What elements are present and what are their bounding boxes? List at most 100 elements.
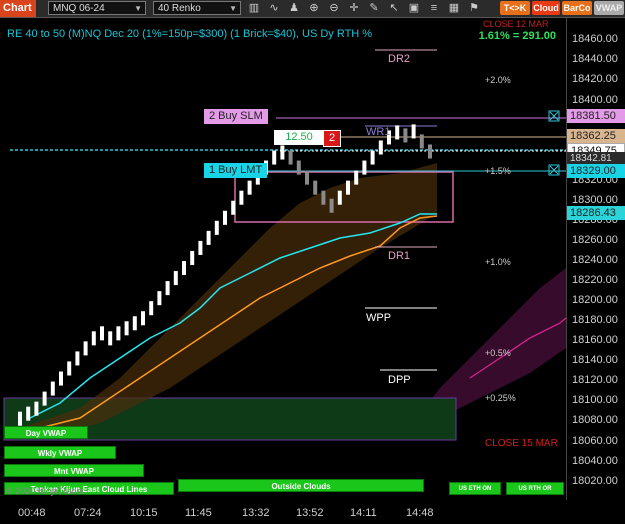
wkly-vwap-button[interactable]: Wkly VWAP [4,446,116,459]
renko-brick [190,250,195,265]
bar-type-selector[interactable]: 40 Renko ▼ [153,1,241,15]
renko-brick [403,128,408,143]
x-tick-label: 13:32 [242,507,270,519]
wr1-label: WR1 [366,126,391,138]
renko-brick [288,150,293,165]
y-tick-label: 18400.00 [572,94,618,106]
zoom-in-icon[interactable]: ⊕ [306,1,322,16]
renko-brick [124,321,129,336]
renko-brick [296,160,301,175]
renko-brick [108,331,113,346]
renko-brick [223,210,227,225]
bar-type-value: 40 Renko [158,3,201,14]
renko-brick [337,190,342,205]
renko-brick [370,150,375,165]
pencil-icon[interactable]: ✎ [366,1,382,16]
chevron-down-icon: ▼ [134,4,142,13]
renko-brick [18,411,22,426]
bar-chart-icon[interactable]: ▥ [246,1,262,16]
mnt-vwap-button[interactable]: Mnt VWAP [4,464,144,477]
barcolor-toggle-button[interactable]: BarCo [562,1,592,15]
price-tag-tenkan: 18286.43 [567,206,625,220]
vwap-toggle-button[interactable]: VWAP [594,1,624,15]
x-tick-label: 00:48 [18,507,46,519]
renko-brick [239,190,244,205]
renko-brick [198,240,203,255]
camera-icon[interactable]: ▣ [406,1,422,16]
renko-brick [395,125,400,140]
crosshair-icon[interactable]: ✛ [346,1,362,16]
renko-brick [354,170,359,185]
renko-brick [149,301,154,316]
renko-brick [321,190,326,205]
indicators-icon[interactable]: ∿ [266,1,282,16]
chart-label[interactable]: Chart [0,0,36,17]
close-top-label: CLOSE 12 MAR [483,19,549,29]
y-tick-label: 18040.00 [572,455,618,467]
outside-clouds-button[interactable]: Outside Clouds [178,479,424,492]
wpp-label: WPP [366,312,392,324]
y-tick-label: 18180.00 [572,314,618,326]
percent-change: 1.61% = 291.00 [478,30,556,42]
y-tick-label: 18440.00 [572,53,618,65]
instrument-selector[interactable]: MNQ 06-24 ▼ [48,1,146,15]
renko-brick [346,180,350,195]
zoom-out-icon[interactable]: ⊖ [326,1,342,16]
dpp-label: DPP [388,374,411,386]
renko-brick [116,326,121,341]
position-pnl[interactable]: 12.50 [274,130,324,145]
day-vwap-button[interactable]: Day VWAP [4,426,88,439]
y-tick-label: 18100.00 [572,394,618,406]
y-tick-label: 18460.00 [572,33,618,45]
position-quantity[interactable]: 2 [323,130,342,147]
trade-toggle-button[interactable]: T<>K [500,1,530,15]
renko-brick [59,371,63,386]
renko-brick [50,381,55,396]
x-tick-label: 14:48 [406,507,434,519]
dr2-label: DR2 [388,53,411,65]
pointer-icon[interactable]: ↖ [386,1,402,16]
strategy-icon[interactable]: ♟ [286,1,302,16]
price-tag-entry: 18362.25 [567,129,625,143]
chart-plot-area[interactable]: RE 40 to 50 (M)NQ Dec 20 (1%=150p=$300) … [0,18,567,500]
flag-icon[interactable]: ⚑ [466,1,482,16]
instrument-value: MNQ 06-24 [53,3,105,14]
renko-brick [132,316,137,331]
renko-brick [280,145,285,160]
renko-brick [100,326,104,341]
pct-level-05: +0.5% [485,348,511,358]
grid-icon[interactable]: ▦ [446,1,462,16]
renko-brick [42,391,47,406]
renko-brick [305,170,309,185]
renko-brick [182,261,186,276]
buy-slm-order[interactable]: 2 Buy SLM [204,109,268,124]
pct-level-15: +1.5% [485,166,511,176]
renko-brick [157,291,162,306]
renko-brick [173,271,178,286]
renko-brick [141,311,145,326]
y-tick-label: 18160.00 [572,334,618,346]
y-tick-label: 18140.00 [572,354,618,366]
us-eth-on-button[interactable]: US ETH ON [449,482,501,495]
close-bottom-label: CLOSE 15 MAR [485,438,558,449]
renko-brick [362,160,367,175]
cloud-toggle-button[interactable]: Cloud [532,1,560,15]
watermark: © 2020 NinjaTrader [6,486,85,496]
us-rth-or-button[interactable]: US RTH OR [506,482,564,495]
renko-brick [419,134,424,149]
x-tick-label: 14:11 [350,507,377,519]
renko-brick [34,401,39,416]
renko-brick [272,150,277,165]
renko-brick [378,140,383,155]
price-tag-buy-slm: 18381.50 [567,109,625,123]
y-tick-label: 18220.00 [572,274,618,286]
chart-title: RE 40 to 50 (M)NQ Dec 20 (1%=150p=$300) … [7,28,373,40]
x-tick-label: 10:15 [130,507,158,519]
chevron-down-icon: ▼ [229,4,237,13]
renko-brick [67,361,72,376]
properties-icon[interactable]: ≡ [426,1,442,16]
x-tick-label: 11:45 [185,507,212,519]
buy-lmt-order[interactable]: 1 Buy LMT [204,163,268,178]
y-tick-label: 18300.00 [572,194,618,206]
y-tick-label: 18060.00 [572,435,618,447]
